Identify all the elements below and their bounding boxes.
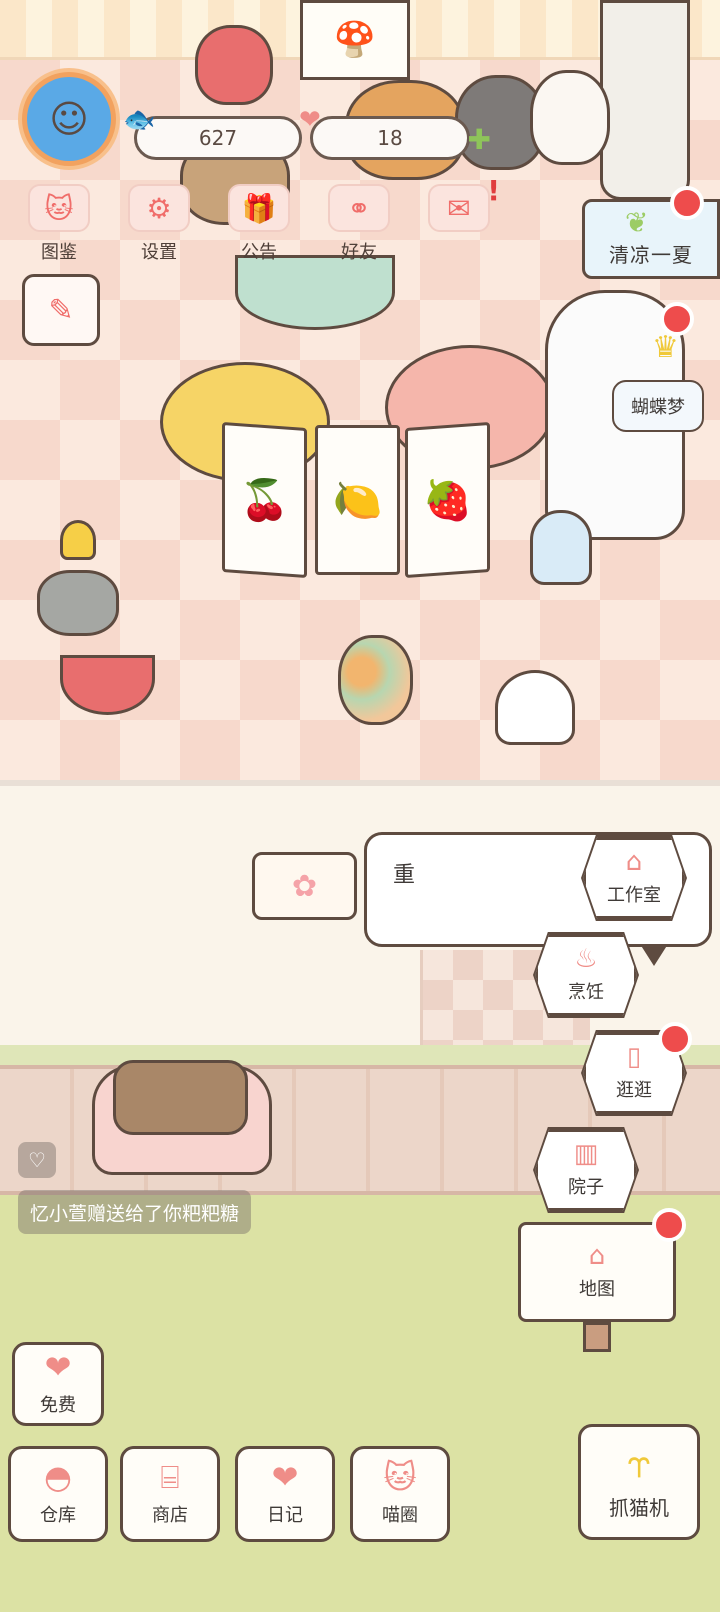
pot-icon: ♨ bbox=[574, 944, 598, 974]
flower-hanging-sign[interactable]: ✿ bbox=[252, 852, 357, 920]
door-icon: ▯ bbox=[626, 1042, 642, 1072]
collection-button[interactable]: 🐱 图鉴 bbox=[18, 184, 100, 266]
hanger-icon: ⌂ bbox=[625, 847, 643, 877]
claw-icon: ⥾ bbox=[627, 1440, 651, 1487]
announcement-label: 公告 bbox=[241, 242, 277, 263]
npc-name: 蝴蝶梦 bbox=[631, 397, 685, 418]
tulip-flower bbox=[60, 520, 96, 560]
player-avatar[interactable]: ☺ bbox=[18, 68, 120, 170]
studio-label: 工作室 bbox=[607, 885, 661, 906]
onigiri-dish[interactable] bbox=[495, 670, 575, 745]
gear-icon: ⚙ bbox=[128, 184, 190, 232]
heart-counter[interactable]: ❤ 18 ✚ bbox=[299, 105, 491, 160]
heart-outline-icon: ♡ bbox=[28, 1148, 46, 1172]
salad-bowl[interactable] bbox=[235, 255, 395, 330]
friends-label: 好友 bbox=[341, 242, 377, 263]
cooking-label: 烹饪 bbox=[568, 982, 604, 1003]
add-hearts-icon[interactable]: ✚ bbox=[468, 123, 491, 156]
heart-icon: ❤ bbox=[44, 1348, 72, 1386]
event-label: 清凉一夏 bbox=[609, 243, 693, 267]
event-notification-dot bbox=[670, 186, 704, 220]
fish-icon: 🐟 bbox=[123, 105, 156, 135]
warehouse-button[interactable]: ◓ 仓库 bbox=[8, 1446, 108, 1542]
player-avatar-icon: ☺ bbox=[27, 77, 111, 161]
gift-icon: 🎁 bbox=[228, 184, 290, 232]
free-button[interactable]: ❤ 免费 bbox=[12, 1342, 104, 1426]
mail-icon: ✉ bbox=[428, 184, 490, 232]
meow-circle-button[interactable]: 🐱 喵圈 bbox=[350, 1446, 450, 1542]
heart-icon: ❤ bbox=[299, 105, 321, 135]
settings-button[interactable]: ⚙ 设置 bbox=[118, 184, 200, 266]
folding-screen-strawberry[interactable]: 🍓 bbox=[405, 422, 490, 578]
claw-machine-label: 抓猫机 bbox=[609, 1495, 669, 1520]
stroll-label: 逛逛 bbox=[616, 1080, 652, 1101]
heart-amount: 18 bbox=[377, 126, 403, 150]
npc-name-tag[interactable]: 蝴蝶梦 bbox=[612, 380, 704, 432]
claw-machine-button[interactable]: ⥾ 抓猫机 bbox=[578, 1424, 700, 1540]
friends-button[interactable]: ⚭ 好友 bbox=[318, 184, 400, 266]
shop-button[interactable]: ⌸ 商店 bbox=[120, 1446, 220, 1542]
pet-bed-cushion[interactable] bbox=[113, 1060, 248, 1135]
folding-screen-lemon[interactable]: 🍋 bbox=[315, 425, 400, 575]
yard-button[interactable]: ▥ 院子 bbox=[535, 1129, 637, 1211]
shop-label: 商店 bbox=[152, 1505, 188, 1526]
meow-circle-label: 喵圈 bbox=[382, 1505, 418, 1526]
alert-badge: ! bbox=[487, 174, 500, 207]
daruma-doll[interactable] bbox=[195, 25, 273, 105]
map-button[interactable]: ⌂ 地图 bbox=[518, 1222, 676, 1322]
mushroom-painting[interactable]: 🍄 bbox=[300, 0, 410, 80]
notepad-button[interactable]: ✎ bbox=[22, 274, 100, 346]
robot-companion[interactable] bbox=[530, 510, 592, 585]
yard-label: 院子 bbox=[568, 1177, 604, 1198]
house-icon: ⌂ bbox=[588, 1241, 606, 1271]
cooking-button[interactable]: ♨ 烹饪 bbox=[535, 934, 637, 1016]
fence-icon: ▥ bbox=[573, 1139, 599, 1169]
cat-planet-icon: 🐱 bbox=[383, 1458, 417, 1496]
dango-stack[interactable] bbox=[338, 635, 413, 725]
diary-button[interactable]: ❤ 日记 bbox=[235, 1446, 335, 1542]
coin-counter[interactable]: 🐟 627 bbox=[123, 105, 302, 160]
map-notification-dot bbox=[652, 1208, 686, 1242]
stroll-notification-dot bbox=[658, 1022, 692, 1056]
notepad-icon: ✎ bbox=[48, 292, 74, 328]
cat-tower[interactable] bbox=[600, 0, 690, 200]
folding-screen-cherry[interactable]: 🍒 bbox=[222, 422, 307, 578]
mail-button[interactable]: ✉ ! bbox=[418, 174, 500, 266]
friends-icon: ⚭ bbox=[328, 184, 390, 232]
storage-jar-icon: ◓ bbox=[44, 1458, 72, 1496]
leaf-icon: ❦ bbox=[625, 206, 649, 239]
gift-notification-text: 忆小萱赠送给了你粑粑糖 bbox=[30, 1202, 240, 1225]
settings-label: 设置 bbox=[141, 242, 177, 263]
diary-label: 日记 bbox=[267, 1505, 303, 1526]
food-bowl[interactable] bbox=[60, 655, 155, 715]
collection-label: 图鉴 bbox=[41, 242, 77, 263]
potted-plant[interactable] bbox=[37, 570, 119, 636]
sign-post bbox=[583, 1322, 611, 1352]
cat-character[interactable] bbox=[530, 70, 610, 165]
gift-notification-icon[interactable]: ♡ bbox=[18, 1142, 56, 1178]
gift-notification: 忆小萱赠送给了你粑粑糖 bbox=[18, 1190, 252, 1234]
npc-notification-dot bbox=[660, 302, 694, 336]
free-label: 免费 bbox=[40, 1395, 76, 1416]
shop-icon: ⌸ bbox=[160, 1458, 180, 1496]
studio-button[interactable]: ⌂ 工作室 bbox=[583, 837, 685, 919]
speech-bubble-tail bbox=[640, 944, 668, 966]
coin-amount: 627 bbox=[198, 126, 238, 150]
warehouse-label: 仓库 bbox=[40, 1505, 76, 1526]
announcement-button[interactable]: 🎁 公告 bbox=[218, 184, 300, 266]
diary-icon: ❤ bbox=[271, 1458, 299, 1496]
speech-text: 重 bbox=[393, 863, 416, 888]
cat-book-icon: 🐱 bbox=[28, 184, 90, 232]
map-label: 地图 bbox=[579, 1279, 615, 1300]
